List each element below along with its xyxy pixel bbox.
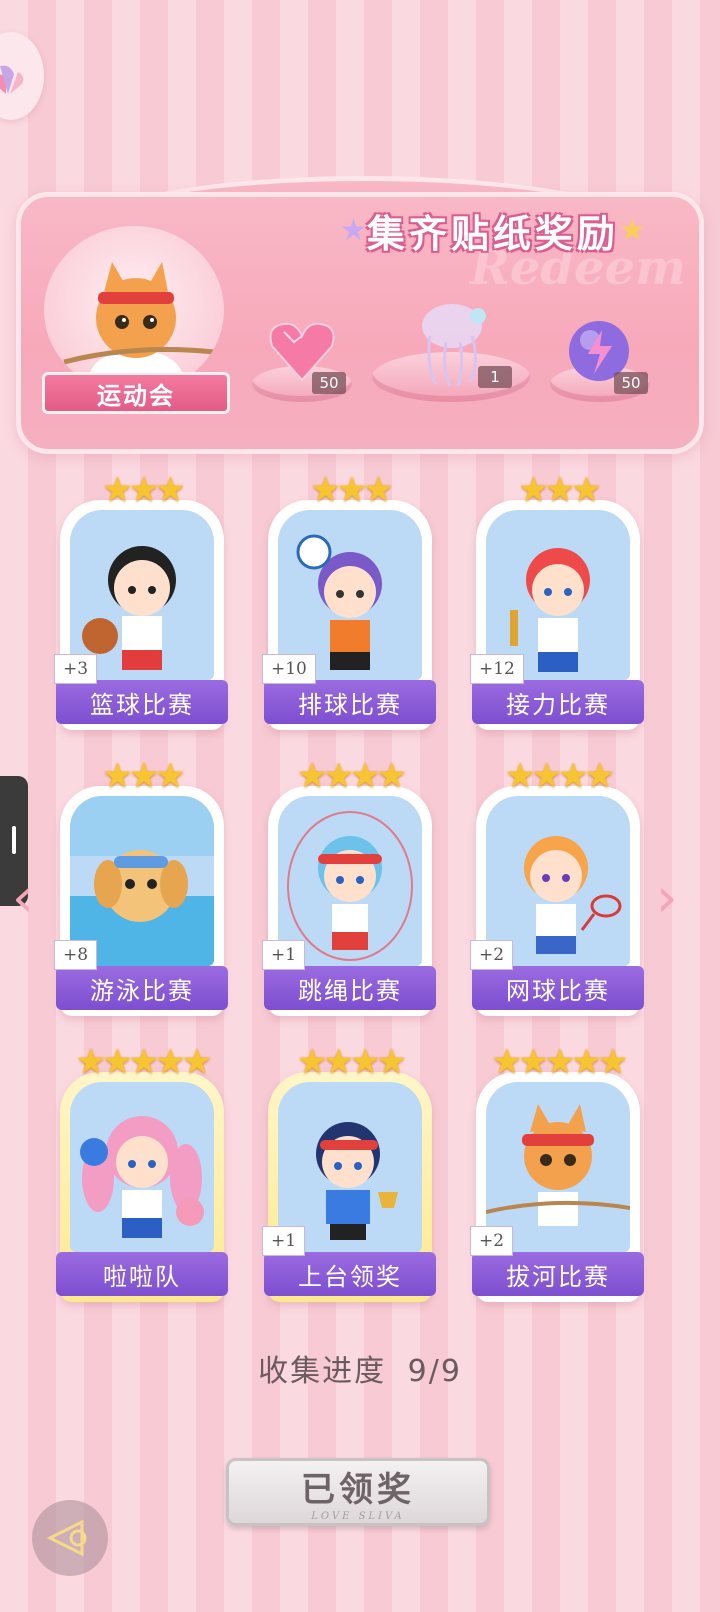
claimed-button[interactable]: 已领奖 LOVE SLIVA [226,1458,490,1526]
bonus-badge: +2 [470,1226,514,1256]
sticker-card[interactable]: ★★★★ 网球比赛 +2 [470,756,644,1016]
bonus-badge: +1 [262,1226,306,1256]
star-rating: ★★★ [310,470,393,510]
next-page-arrow-icon[interactable]: › [656,866,678,929]
bonus-badge: +1 [262,940,306,970]
back-button[interactable] [32,1500,108,1576]
progress-label: 收集进度 [258,1354,387,1389]
star-rating: ★★★ [518,470,601,510]
sticker-label: 网球比赛 [472,966,644,1010]
star-decor-icon: ★ [618,212,646,248]
star-rating: ★★★ [102,756,185,796]
sticker-illustration [70,1082,214,1252]
sticker-label: 上台领奖 [264,1252,436,1296]
star-rating: ★★★★ [297,1042,407,1082]
sticker-card[interactable]: ★★★ 接力比赛 +12 [470,470,644,730]
sticker-card[interactable]: ★★★★ 上台领奖 +1 [262,1042,436,1302]
star-rating: ★★★★★ [491,1042,628,1082]
handle-grip [12,826,16,854]
collection-progress: 收集进度 9/9 [0,1346,720,1390]
sticker-label: 游泳比赛 [56,966,228,1010]
reward-count: 50 [614,372,648,394]
star-decor-icon: ★ [340,212,367,248]
menu-fan-button[interactable] [0,32,44,120]
event-name-ribbon: 运动会 [42,372,230,414]
star-rating: ★★★★ [505,756,615,796]
bonus-badge: +8 [54,940,98,970]
sticker-label: 排球比赛 [264,680,436,724]
fan-icon [0,65,24,94]
claimed-button-sub: LOVE SLIVA [311,1511,405,1522]
bonus-badge: +12 [470,654,524,684]
back-arrow-icon [46,1519,87,1557]
sticker-card[interactable]: ★★★ 篮球比赛 +3 [54,470,228,730]
bonus-badge: +2 [470,940,514,970]
star-rating: ★★★★ [297,756,407,796]
star-rating: ★★★ [102,470,185,510]
cat-tug-of-war-icon [63,262,215,394]
claimed-button-label: 已领奖 [301,1470,415,1510]
sticker-label: 篮球比赛 [56,680,228,724]
sticker-card[interactable]: ★★★★ 跳绳比赛 +1 [262,756,436,1016]
reward-count: 1 [478,366,512,388]
sticker-card[interactable]: ★★★★★ 拔河比赛 +2 [470,1042,644,1302]
sticker-label: 啦啦队 [56,1252,228,1296]
reward-count: 50 [312,372,346,394]
prev-page-arrow-icon[interactable]: ‹ [12,866,34,929]
sticker-label: 拔河比赛 [472,1252,644,1296]
banner-title: 集齐贴纸奖励 [366,211,619,256]
sticker-card[interactable]: ★★★★★ 啦啦队 [56,1042,228,1302]
star-rating: ★★★★★ [75,1042,212,1082]
bonus-badge: +10 [262,654,316,684]
progress-value: 9/9 [407,1354,462,1389]
sticker-label: 接力比赛 [472,680,644,724]
banner-title-row: ★ 集齐贴纸奖励 ★ [340,202,646,258]
sticker-card[interactable]: ★★★ 排球比赛 +10 [262,470,436,730]
event-cat-portrait [44,226,224,394]
sticker-card[interactable]: ★★★ 游泳比赛 +8 [54,756,228,1016]
bonus-badge: +3 [54,654,98,684]
sticker-label: 跳绳比赛 [264,966,436,1010]
